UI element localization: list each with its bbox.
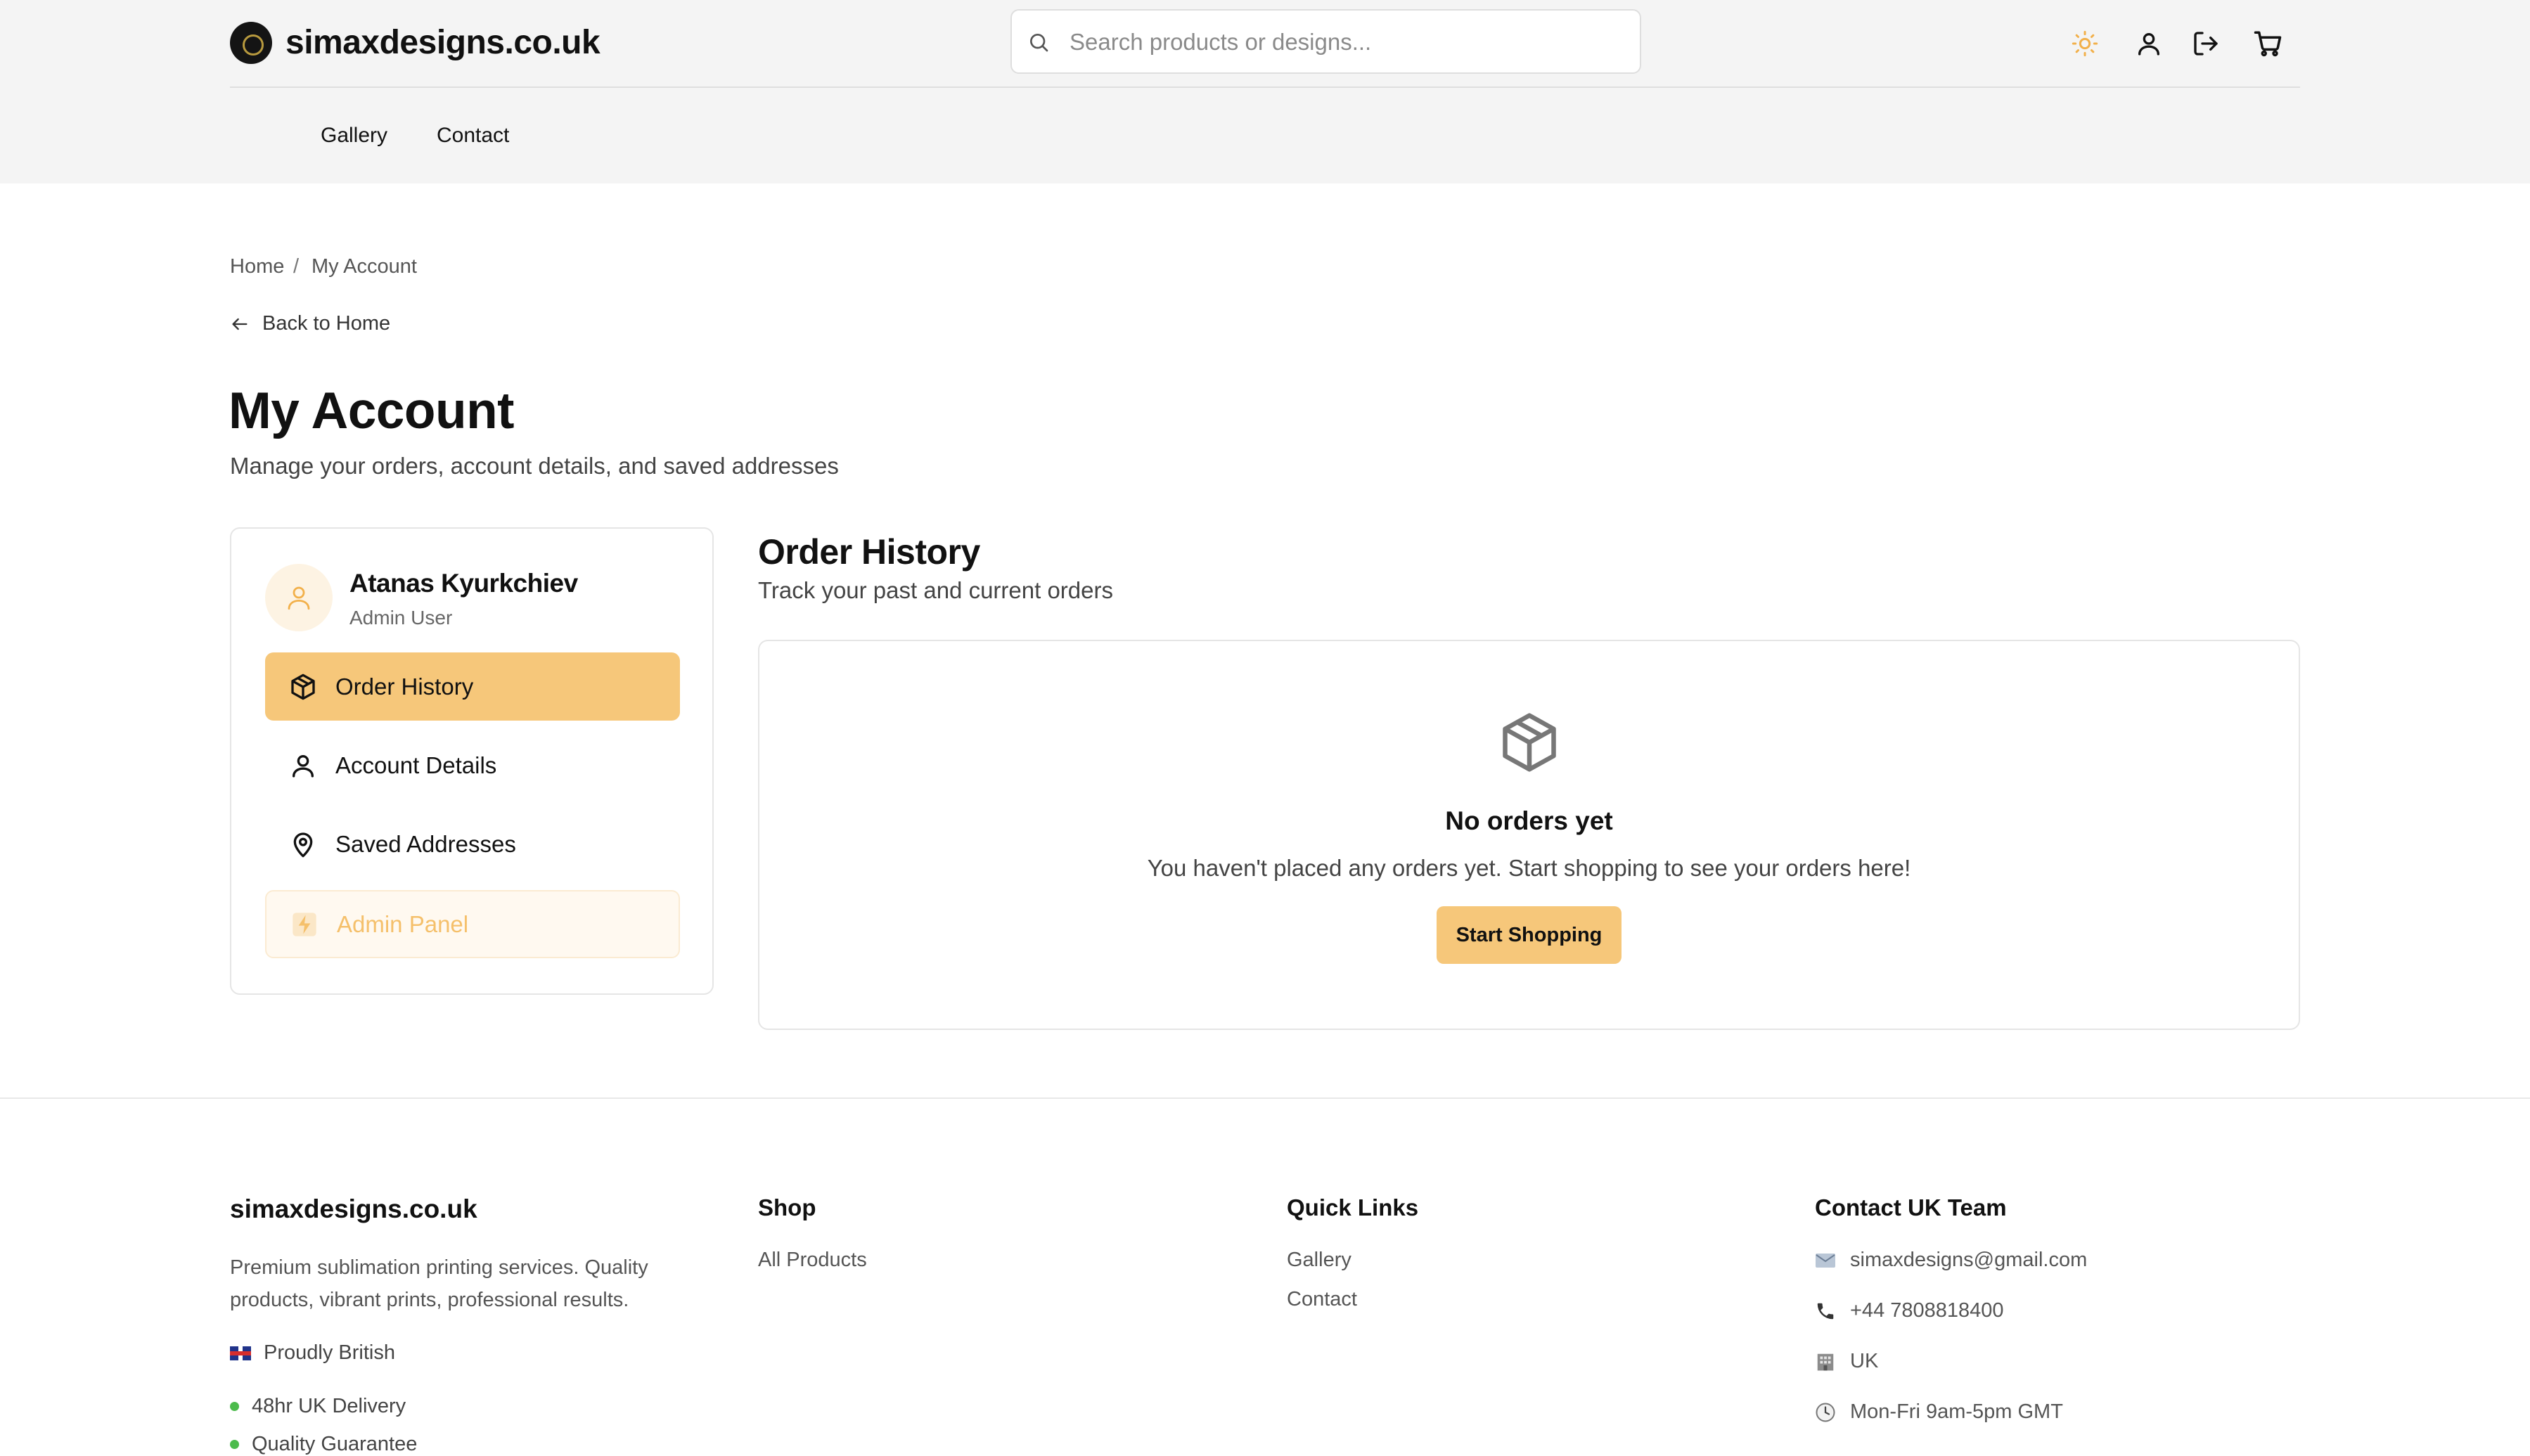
footer-feature-label: 48hr UK Delivery [252, 1395, 406, 1417]
back-to-home-link[interactable]: Back to Home [230, 312, 390, 335]
user-icon [289, 752, 317, 780]
map-pin-icon [289, 830, 317, 858]
footer-email-text: simaxdesigns@gmail.com [1850, 1249, 2088, 1271]
site-brand[interactable]: simaxdesigns.co.uk [285, 20, 601, 66]
footer-link-contact[interactable]: Contact [1287, 1285, 1357, 1313]
footer-description: Premium sublimation printing services. Q… [230, 1256, 648, 1311]
order-history-panel: No orders yet You haven't placed any ord… [758, 640, 2300, 1030]
breadcrumb-home[interactable]: Home [230, 252, 284, 281]
user-name: Atanas Kyurkchiev [349, 569, 578, 598]
sidebar-item-account-details[interactable]: Account Details [265, 731, 680, 799]
footer-shop-heading: Shop [758, 1194, 816, 1220]
start-shopping-button[interactable]: Start Shopping [1437, 906, 1622, 964]
package-icon [1497, 710, 1562, 775]
footer-feature-label: Quality Guarantee [252, 1433, 418, 1455]
clock-icon [1815, 1402, 1836, 1423]
green-dot-icon [230, 1440, 239, 1449]
header-divider [230, 86, 2300, 88]
footer-phone[interactable]: +44 7808818400 [1815, 1299, 2004, 1322]
user-icon[interactable] [2131, 25, 2167, 62]
sidebar-item-label: Account Details [335, 752, 497, 778]
footer-location-text: UK [1850, 1350, 1879, 1372]
sidebar-item-admin-panel[interactable]: Admin Panel [265, 890, 680, 958]
top-header: simaxdesigns.co.uk Gallery Contact [0, 0, 2530, 183]
green-dot-icon [230, 1402, 239, 1411]
footer-link-all-products[interactable]: All Products [758, 1246, 867, 1274]
nav-gallery[interactable]: Gallery [321, 121, 387, 150]
sidebar-item-label: Saved Addresses [335, 830, 516, 857]
nav-contact[interactable]: Contact [437, 121, 509, 150]
footer-brand: simaxdesigns.co.uk [230, 1194, 477, 1223]
footer-feature: 48hr UK Delivery [230, 1395, 406, 1418]
sidebar-item-saved-addresses[interactable]: Saved Addresses [265, 810, 680, 878]
breadcrumb-current: My Account [312, 255, 417, 278]
sidebar-item-label: Admin Panel [337, 910, 469, 937]
logo-icon[interactable] [230, 22, 272, 64]
footer-quick-links-heading: Quick Links [1287, 1194, 1419, 1220]
empty-state-message: You haven't placed any orders yet. Start… [1147, 855, 1911, 881]
footer-hours: Mon-Fri 9am-5pm GMT [1815, 1400, 2063, 1424]
lightning-icon [290, 910, 319, 939]
order-history-title: Order History [758, 532, 980, 572]
search-bar[interactable] [1010, 9, 1641, 74]
search-icon [1027, 31, 1050, 53]
footer-divider [0, 1097, 2530, 1099]
uk-flag-icon [230, 1346, 251, 1360]
package-icon [289, 673, 317, 701]
footer-email[interactable]: simaxdesigns@gmail.com [1815, 1249, 2087, 1272]
proudly-british-label: Proudly British [264, 1341, 395, 1364]
account-sidebar: Atanas Kyurkchiev Admin User Order Histo… [230, 527, 714, 995]
user-role: Admin User [349, 607, 453, 629]
sidebar-item-order-history[interactable]: Order History [265, 652, 680, 721]
order-history-subtitle: Track your past and current orders [758, 577, 1113, 603]
footer-link-gallery[interactable]: Gallery [1287, 1246, 1351, 1274]
cart-icon[interactable] [2249, 25, 2286, 62]
logout-icon[interactable] [2188, 25, 2224, 62]
footer-phone-text: +44 7808818400 [1850, 1299, 2004, 1322]
footer-location: UK [1815, 1350, 1878, 1373]
back-to-home-label: Back to Home [262, 312, 391, 335]
page-title: My Account [229, 382, 514, 439]
phone-icon [1815, 1301, 1836, 1322]
avatar [265, 564, 333, 631]
envelope-icon [1815, 1252, 1836, 1269]
sidebar-item-label: Order History [335, 673, 474, 700]
footer-hours-text: Mon-Fri 9am-5pm GMT [1850, 1400, 2063, 1423]
empty-state-title: No orders yet [1445, 806, 1613, 835]
search-input[interactable] [1068, 22, 1624, 63]
breadcrumb-separator: / [293, 255, 300, 278]
footer-feature: Quality Guarantee [230, 1433, 417, 1456]
building-icon [1815, 1351, 1836, 1372]
user-avatar-icon [284, 583, 314, 612]
page-subtitle: Manage your orders, account details, and… [230, 453, 839, 479]
sun-icon[interactable] [2067, 25, 2103, 62]
footer-contact-heading: Contact UK Team [1815, 1194, 2007, 1220]
proudly-british: Proudly British [230, 1341, 395, 1365]
arrow-left-icon [230, 314, 250, 334]
